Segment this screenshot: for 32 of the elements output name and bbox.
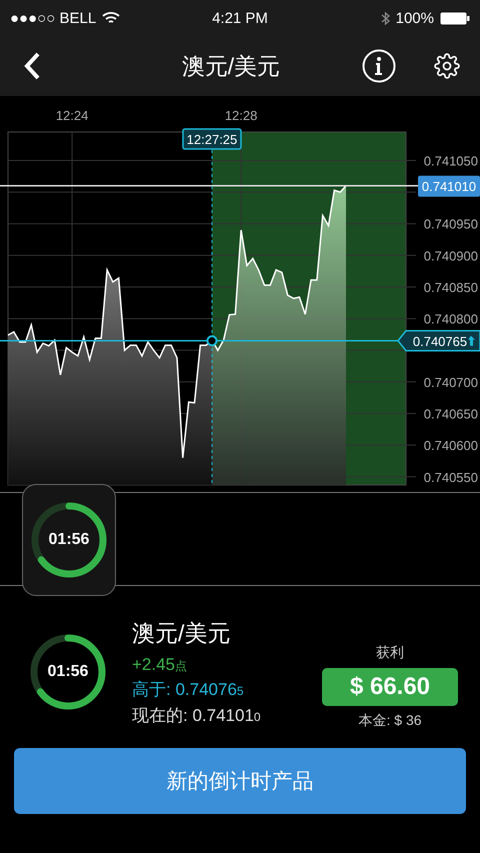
- bluetooth-icon: [380, 10, 390, 26]
- strike-price: 高于: 0.740765: [132, 678, 245, 700]
- price-axis-label: 0.740550: [424, 470, 478, 485]
- wifi-icon: [102, 12, 120, 24]
- price-change: +2.45点: [132, 654, 188, 674]
- page-title: 澳元/美元: [180, 52, 282, 80]
- battery-percent: 100%: [396, 10, 434, 26]
- currency-pair: 澳元/美元: [132, 618, 232, 648]
- strike-price-tag: 0.740765: [397, 330, 480, 352]
- price-axis-label: 0.740800: [424, 312, 478, 327]
- price-axis-label: 0.740600: [424, 438, 478, 454]
- time-axis-label: 12:28: [224, 108, 258, 123]
- profit-amount: $ 66.60: [322, 668, 458, 706]
- current-price: 现在的: 0.741010: [132, 704, 262, 726]
- price-axis-label: 0.740900: [424, 248, 478, 264]
- clock-time: 4:21 PM: [212, 10, 268, 26]
- price-axis-label: 0.741050: [424, 153, 478, 168]
- countdown-time: 01:56: [48, 663, 88, 681]
- countdown-time: 01:56: [48, 531, 90, 549]
- entry-time-tag: 12:27:25: [182, 128, 242, 150]
- price-axis-label: 0.740950: [424, 216, 478, 232]
- price-axis-label: 0.740650: [424, 406, 478, 422]
- timer-badge[interactable]: 01:56: [22, 484, 116, 596]
- profit-label: 获利: [376, 644, 404, 662]
- time-axis-label: 12:24: [56, 108, 88, 123]
- price-axis-label: 0.740700: [424, 374, 478, 390]
- current-price-tag: 0.741010: [418, 176, 480, 197]
- battery-icon: [440, 12, 470, 24]
- carrier-signal: ●●●○○ BELL: [10, 10, 96, 26]
- principal-amount: 本金: $ 36: [358, 712, 422, 730]
- price-axis-label: 0.740850: [424, 280, 478, 295]
- entry-point: [206, 335, 218, 346]
